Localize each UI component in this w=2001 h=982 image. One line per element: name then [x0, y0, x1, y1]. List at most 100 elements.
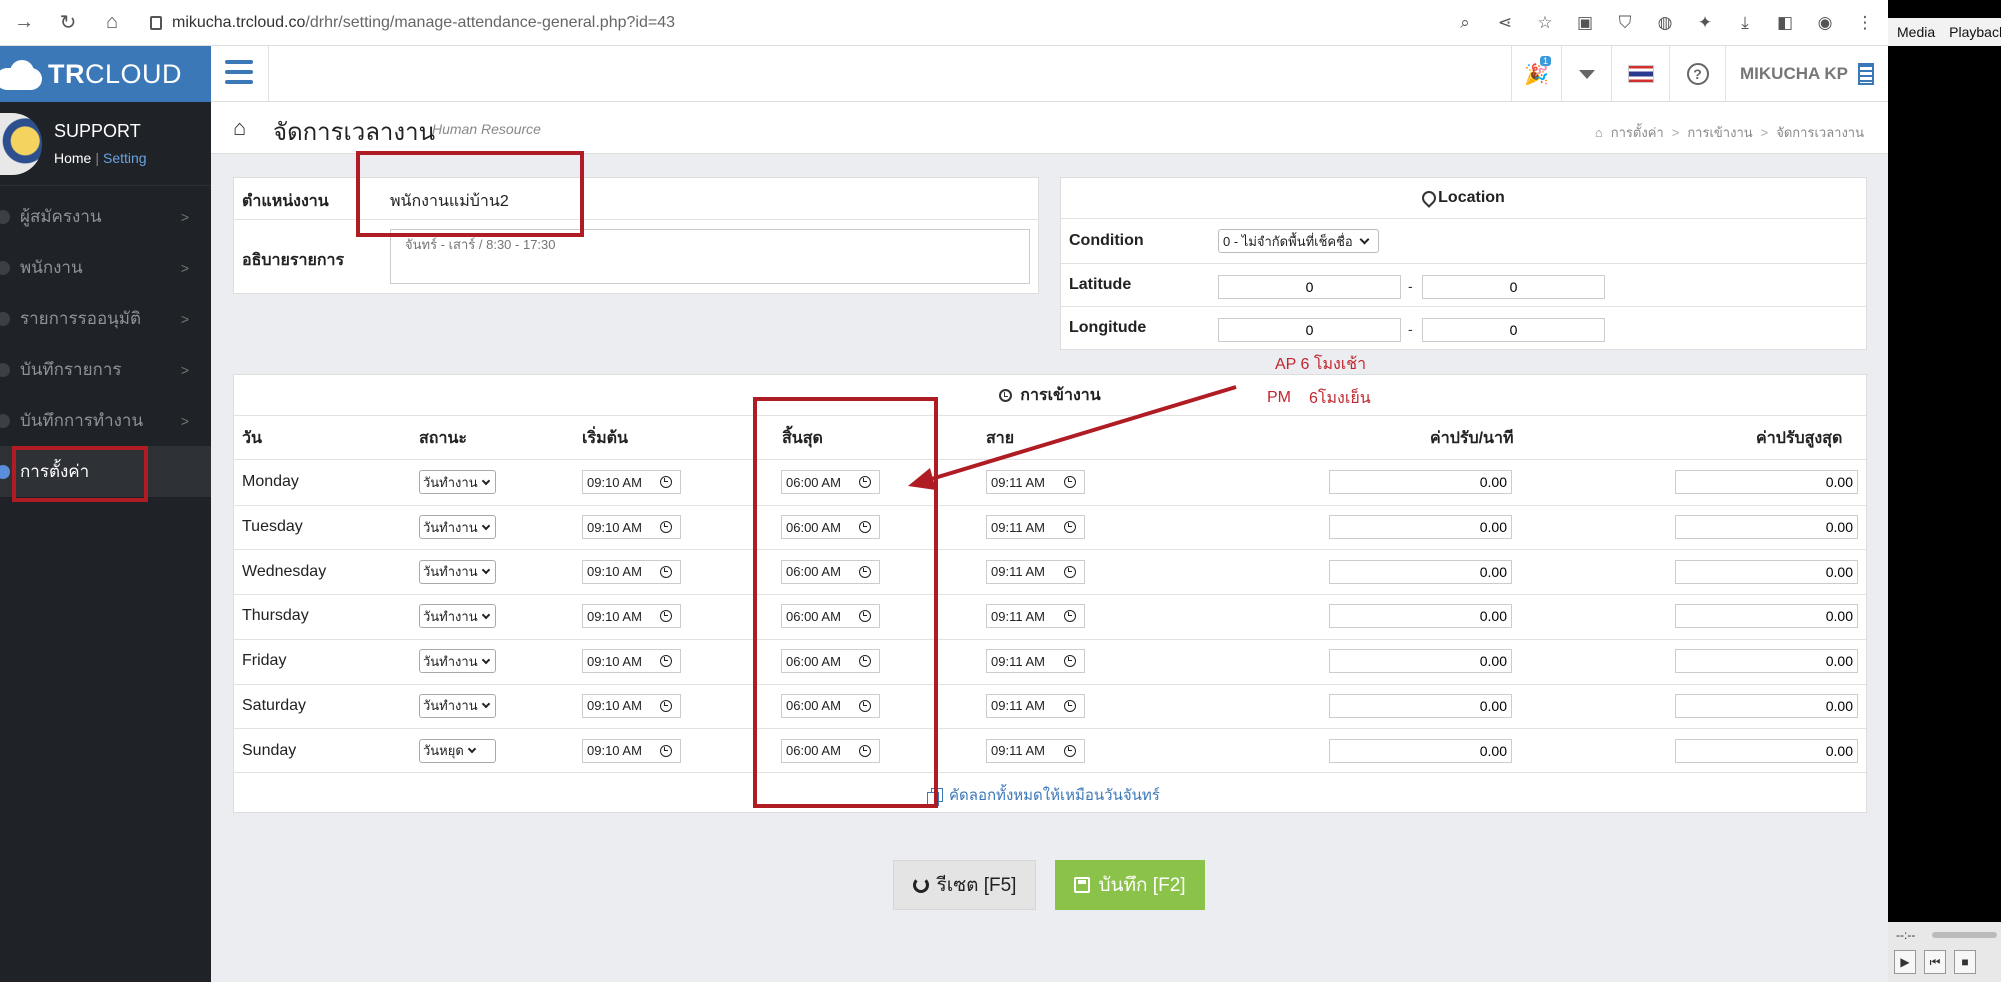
- status-select[interactable]: วันทำงาน: [419, 559, 496, 584]
- star-icon[interactable]: ☆: [1536, 13, 1554, 33]
- stop-icon[interactable]: ■: [1954, 950, 1976, 974]
- forward-icon[interactable]: →: [14, 11, 34, 34]
- late-time-value: 09:11 AM: [991, 698, 1045, 714]
- help-button[interactable]: ?: [1669, 46, 1725, 102]
- start-time-input[interactable]: 09:10 AM: [582, 604, 681, 629]
- longitude-to-input[interactable]: [1422, 318, 1605, 342]
- status-select[interactable]: วันทำงาน: [419, 693, 496, 718]
- fine-per-minute-input[interactable]: [1329, 693, 1512, 718]
- fine-max-input[interactable]: [1675, 470, 1858, 495]
- fine-max-input[interactable]: [1675, 649, 1858, 674]
- shield-icon[interactable]: ⛉: [1616, 13, 1634, 33]
- condition-label: Condition: [1069, 232, 1144, 249]
- home-icon[interactable]: ⌂: [102, 11, 122, 34]
- late-time-value: 09:11 AM: [991, 743, 1045, 759]
- thai-flag-icon: [1627, 65, 1654, 83]
- avatar[interactable]: [0, 112, 42, 175]
- row-divider: [234, 504, 1866, 506]
- breadcrumb-item[interactable]: การเข้างาน: [1687, 122, 1752, 143]
- copy-monday-link[interactable]: คัดลอกทั้งหมดให้เหมือนวันจันทร์: [927, 783, 1160, 807]
- longitude-from-input[interactable]: [1218, 318, 1401, 342]
- fine-per-minute-input[interactable]: [1329, 604, 1512, 629]
- fine-max-input[interactable]: [1675, 559, 1858, 584]
- fine-max-input[interactable]: [1675, 604, 1858, 629]
- home-icon[interactable]: ⌂: [233, 115, 246, 141]
- late-time-input[interactable]: 09:11 AM: [986, 604, 1085, 629]
- late-time-input[interactable]: 09:11 AM: [986, 738, 1085, 763]
- description-field[interactable]: [390, 229, 1030, 284]
- start-time-input[interactable]: 09:10 AM: [582, 559, 681, 584]
- playback-menu[interactable]: Playback: [1949, 24, 2001, 40]
- browser-toolbar: → ↻ ⌂ mikucha.trcloud.co/drhr/setting/ma…: [0, 0, 1888, 46]
- hamburger-icon[interactable]: [225, 60, 253, 84]
- profile-icon[interactable]: ◉: [1816, 13, 1834, 33]
- dropdown-button[interactable]: [1561, 46, 1611, 102]
- play-icon[interactable]: ▶: [1894, 950, 1916, 974]
- brand-logo[interactable]: TRCLOUD: [0, 46, 211, 102]
- start-time-input[interactable]: 09:10 AM: [582, 738, 681, 763]
- seek-bar[interactable]: [1932, 932, 1997, 938]
- media-menu[interactable]: Media: [1897, 24, 1935, 40]
- late-time-input[interactable]: 09:11 AM: [986, 559, 1085, 584]
- kebab-menu-icon[interactable]: ⋮: [1856, 13, 1874, 33]
- language-button[interactable]: [1611, 46, 1669, 102]
- late-time-input[interactable]: 09:11 AM: [986, 649, 1085, 674]
- annotation-box-position: [356, 151, 584, 237]
- clock-icon: [1064, 610, 1076, 623]
- sidebar-item-worklog[interactable]: บันทึกการทำงาน >: [0, 395, 211, 446]
- page-subtitle: Human Resource: [432, 121, 541, 137]
- fine-max-input[interactable]: [1675, 693, 1858, 718]
- download-icon[interactable]: ⤓: [1736, 13, 1754, 33]
- sidebar-item-employees[interactable]: พนักงาน >: [0, 242, 211, 293]
- start-time-input[interactable]: 09:10 AM: [582, 693, 681, 718]
- setting-link[interactable]: Setting: [103, 150, 147, 166]
- fine-per-minute-input[interactable]: [1329, 515, 1512, 540]
- puzzle-icon[interactable]: ✦: [1696, 13, 1714, 33]
- share-icon[interactable]: ⋖: [1496, 13, 1514, 33]
- address-bar[interactable]: mikucha.trcloud.co/drhr/setting/manage-a…: [150, 14, 675, 32]
- latitude-from-input[interactable]: [1218, 275, 1401, 299]
- sidebar-item-approvals[interactable]: รายการรออนุมัติ >: [0, 293, 211, 344]
- sidebar-item-applicants[interactable]: ผู้สมัครงาน >: [0, 191, 211, 242]
- status-select[interactable]: วันหยุด: [419, 738, 496, 763]
- clock-icon: [1064, 744, 1076, 757]
- status-select[interactable]: วันทำงาน: [419, 470, 496, 495]
- extension-icon[interactable]: ▣: [1576, 13, 1594, 33]
- reset-button[interactable]: รีเซต [F5]: [893, 860, 1036, 910]
- zoom-icon[interactable]: ⌕: [1456, 13, 1474, 33]
- pocket-icon[interactable]: ◍: [1656, 13, 1674, 33]
- fine-max-input[interactable]: [1675, 738, 1858, 763]
- breadcrumb-item[interactable]: การตั้งค่า: [1611, 122, 1664, 143]
- latitude-to-input[interactable]: [1422, 275, 1605, 299]
- header-fine-max: ค่าปรับสูงสุด: [1756, 430, 1843, 447]
- fine-per-minute-input[interactable]: [1329, 470, 1512, 495]
- late-time-input[interactable]: 09:11 AM: [986, 515, 1085, 540]
- sidebar-item-records[interactable]: บันทึกรายการ >: [0, 344, 211, 395]
- notification-button[interactable]: 🎉 1: [1511, 46, 1561, 102]
- save-button[interactable]: บันทึก [F2]: [1055, 860, 1205, 910]
- row-divider: [1061, 263, 1866, 264]
- home-link[interactable]: Home: [54, 150, 91, 166]
- late-time-input[interactable]: 09:11 AM: [986, 470, 1085, 495]
- fine-per-minute-input[interactable]: [1329, 738, 1512, 763]
- attendance-panel: การเข้างาน วัน สถานะ เริ่มต้น สิ้นสุด สา…: [233, 374, 1867, 813]
- start-time-input[interactable]: 09:10 AM: [582, 515, 681, 540]
- user-menu[interactable]: MIKUCHA KP: [1725, 46, 1888, 102]
- sidepanel-icon[interactable]: ◧: [1776, 13, 1794, 33]
- notification-badge: 1: [1540, 56, 1552, 66]
- status-select[interactable]: วันทำงาน: [419, 604, 496, 629]
- start-time-input[interactable]: 09:10 AM: [582, 649, 681, 674]
- start-time-input[interactable]: 09:10 AM: [582, 470, 681, 495]
- status-select[interactable]: วันทำงาน: [419, 649, 496, 674]
- late-time-input[interactable]: 09:11 AM: [986, 693, 1085, 718]
- breadcrumb-home-icon[interactable]: ⌂: [1595, 125, 1603, 140]
- fine-per-minute-input[interactable]: [1329, 649, 1512, 674]
- status-select[interactable]: วันทำงาน: [419, 515, 496, 540]
- reload-icon[interactable]: ↻: [58, 10, 78, 35]
- chevron-down-icon: [481, 655, 490, 664]
- prev-icon[interactable]: ⏮: [1924, 950, 1946, 974]
- fine-max-input[interactable]: [1675, 515, 1858, 540]
- condition-select[interactable]: 0 - ไม่จำกัดพื้นที่เช็คชื่อ: [1218, 229, 1379, 253]
- day-label: Thursday: [242, 607, 309, 625]
- fine-per-minute-input[interactable]: [1329, 559, 1512, 584]
